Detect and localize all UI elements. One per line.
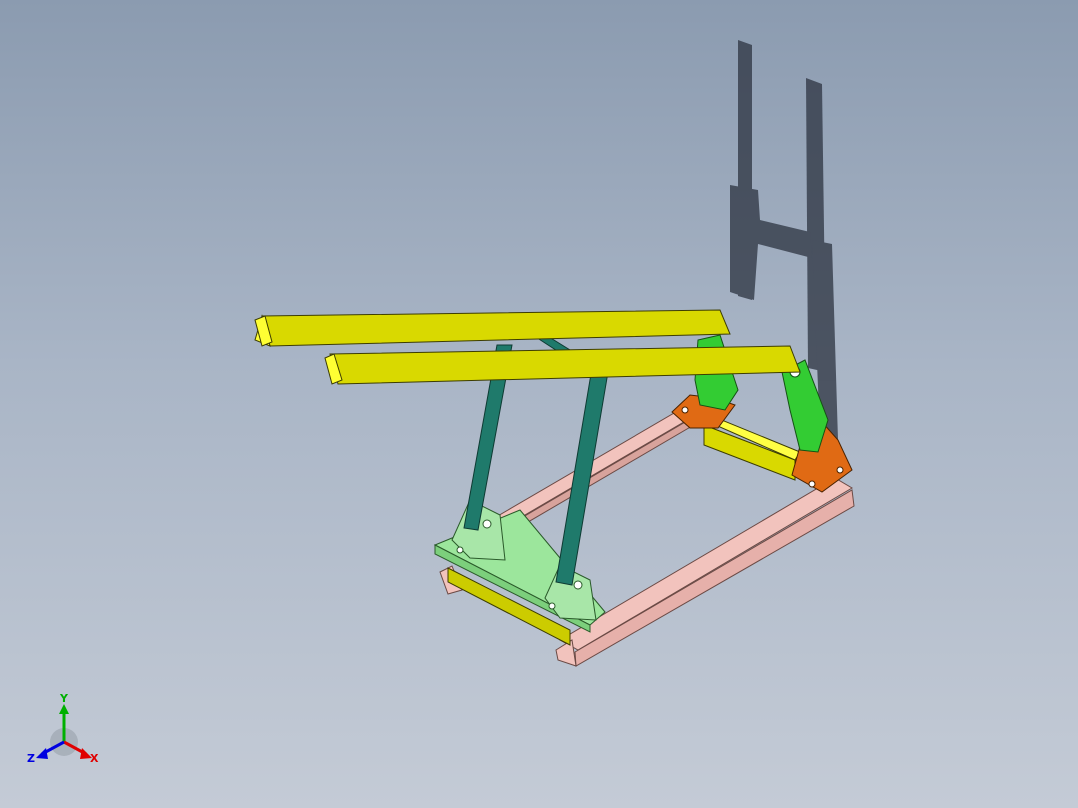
top-beam-back[interactable] — [254, 309, 731, 347]
axis-triad: Y X Z — [27, 692, 99, 765]
y-axis-arrow — [59, 704, 69, 714]
3d-viewport[interactable]: Y X Z — [0, 0, 1078, 808]
cad-model-scene[interactable] — [0, 0, 1078, 808]
z-axis-arrow — [36, 748, 48, 759]
x-axis-label: X — [90, 752, 99, 765]
base-rail-front[interactable] — [558, 477, 853, 651]
y-axis-label: Y — [59, 692, 69, 705]
z-axis-label: Z — [27, 752, 35, 765]
